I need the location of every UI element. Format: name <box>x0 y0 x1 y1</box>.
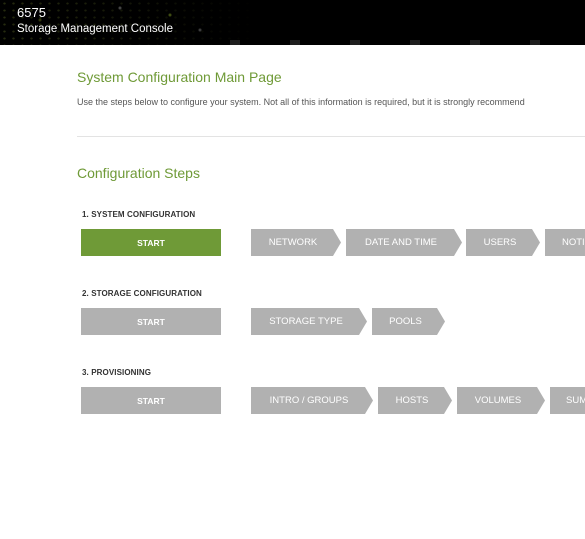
page-title: System Configuration Main Page <box>77 69 282 85</box>
start-provisioning-button[interactable]: START <box>81 387 221 414</box>
step-network[interactable]: NETWORK <box>251 229 341 256</box>
step-notifications[interactable]: NOTI <box>545 229 585 256</box>
intro-text: Use the steps below to configure your sy… <box>77 97 525 107</box>
step-intro-groups[interactable]: INTRO / GROUPS <box>251 387 373 414</box>
console-name: Storage Management Console <box>17 23 173 35</box>
step-title-storage-configuration: 2. STORAGE CONFIGURATION <box>82 289 202 298</box>
step-volumes[interactable]: VOLUMES <box>457 387 545 414</box>
header-tabs-strip <box>230 40 585 45</box>
section-title: Configuration Steps <box>77 165 200 181</box>
step-storage-type[interactable]: STORAGE TYPE <box>251 308 367 335</box>
start-storage-configuration-button[interactable]: START <box>81 308 221 335</box>
start-system-configuration-button[interactable]: START <box>81 229 221 256</box>
product-model: 6575 <box>17 5 46 20</box>
step-users[interactable]: USERS <box>466 229 540 256</box>
step-pools[interactable]: POOLS <box>372 308 445 335</box>
divider <box>77 136 585 137</box>
step-hosts[interactable]: HOSTS <box>378 387 452 414</box>
step-summary[interactable]: SUM <box>550 387 585 414</box>
step-date-and-time[interactable]: DATE AND TIME <box>346 229 462 256</box>
step-title-provisioning: 3. PROVISIONING <box>82 368 152 377</box>
step-title-system-configuration: 1. SYSTEM CONFIGURATION <box>82 210 196 219</box>
app-header: 6575 Storage Management Console <box>0 0 585 45</box>
